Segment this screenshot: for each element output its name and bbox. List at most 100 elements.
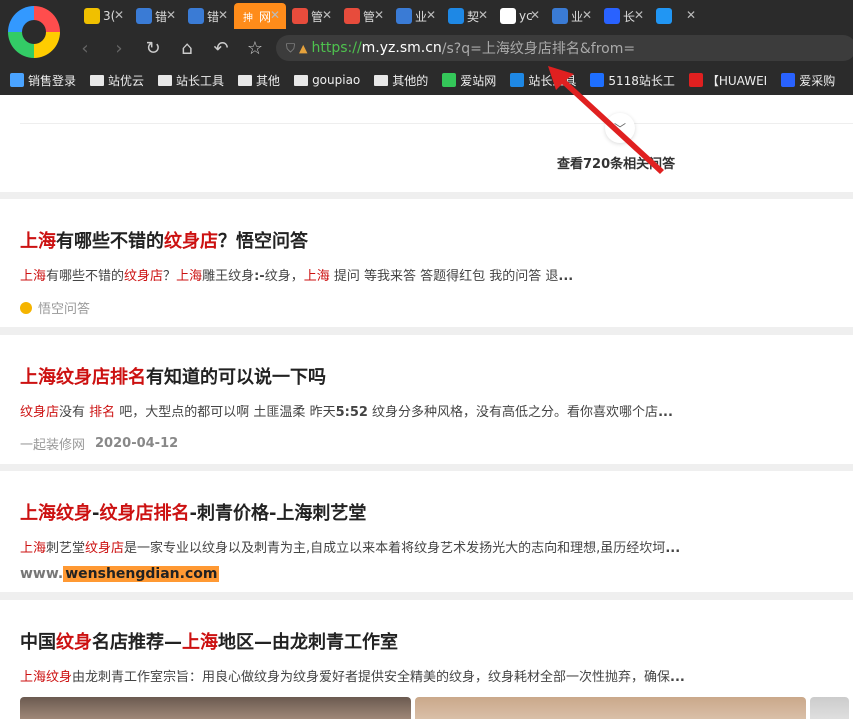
bookmark-item[interactable]: 站长工具 [510,72,576,89]
bookmark-item[interactable]: 销售登录 [10,72,76,89]
bookmark-label: 爱采购 [799,73,836,88]
keyword-highlight: 上海纹身 [20,670,73,685]
bookmark-label: 爱站网 [460,73,497,88]
result-images [20,697,853,719]
result-title[interactable]: 上海有哪些不错的纹身店？悟空问答 [20,227,853,253]
browser-tab[interactable]: 错 ✕ [130,3,182,29]
browser-tab[interactable]: 业 ✕ [546,3,598,29]
close-icon[interactable]: ✕ [374,8,384,22]
close-icon[interactable]: ✕ [686,8,696,22]
result-card: 上海纹身-纹身店排名-刺青价格-上海刺艺堂 上海刺艺堂纹身店是一家专业以纹身以及… [0,471,853,592]
bookmark-label: 5118站长工 [608,73,675,88]
browser-tab[interactable]: yc ✕ [494,3,546,29]
bookmark-item[interactable]: 站优云 [90,72,144,89]
text-run: ... [665,541,681,556]
star-icon[interactable]: ☆ [238,34,272,62]
result-url-prefix: www. [20,566,64,582]
result-snippet: 纹身店没有 排名 吧，大型点的都可以啊 土匪温柔 昨天5:52 纹身分多种风格，… [20,401,853,420]
browser-tab[interactable]: ✕ [650,3,702,29]
close-icon[interactable]: ✕ [114,8,124,22]
more-answers-card: ﹀ 查看720条相关问答 [0,95,853,192]
close-icon[interactable]: ✕ [634,8,644,22]
result-card: 上海有哪些不错的纹身店？悟空问答 上海有哪些不错的纹身店？上海雕王纹身:-纹身，… [0,199,853,327]
browser-tab[interactable]: 管 ✕ [286,3,338,29]
bookmark-item[interactable]: goupiao [294,73,360,87]
browser-logo-icon[interactable] [8,6,60,58]
close-icon[interactable]: ✕ [478,8,488,22]
bookmark-label: 站长工具 [528,73,577,88]
site-favicon-icon [590,73,605,87]
bookmark-item[interactable]: 5118站长工 [590,72,675,89]
browser-tab[interactable]: 业 ✕ [390,3,442,29]
keyword-highlight: 上海 [303,269,330,284]
close-icon[interactable]: ✕ [270,8,280,22]
text-run: 5:52 [335,405,368,420]
close-icon[interactable]: ✕ [582,8,592,22]
bookmark-label: 【HUAWEI [706,73,768,88]
result-snippet: 上海有哪些不错的纹身店？上海雕王纹身:-纹身，上海 提问 等我来答 答题得红包 … [20,265,853,284]
result-thumbnail[interactable] [20,697,411,719]
reload-icon[interactable]: ↻ [136,34,170,62]
tab-favicon-icon [292,8,308,24]
bookmark-item[interactable]: 爱站网 [442,72,496,89]
site-favicon-icon [688,73,703,87]
result-title[interactable]: 上海纹身-纹身店排名-刺青价格-上海刺艺堂 [20,499,853,525]
chevron-down-icon[interactable]: ﹀ [605,113,635,143]
result-title[interactable]: 中国纹身名店推荐—上海地区—由龙刺青工作室 [20,628,853,654]
text-run: 雕王纹身 [202,269,255,284]
tab-strip: 3(✕ 错 ✕ 错 ✕ 抻网 ✕ 管 ✕ 管 ✕ 业 ✕ 契 ✕ yc ✕ 业 ✕ 长 ✕ ✕ [78,3,702,29]
browser-tab[interactable]: 契 ✕ [442,3,494,29]
browser-tab[interactable]: 错 ✕ [182,3,234,29]
undo-icon[interactable]: ↶ [204,34,238,62]
close-icon[interactable]: ✕ [322,8,332,22]
folder-icon [294,74,309,86]
keyword-highlight: 排名 [89,405,116,420]
text-run: 有知道的可以说一下吗 [146,367,326,388]
back-icon[interactable]: ‹ [68,34,102,62]
text-run: 名店推荐— [92,632,182,653]
browser-tab[interactable]: 长 ✕ [598,3,650,29]
result-source: 一起装修网 [20,438,86,453]
keyword-highlight: 上海 [20,231,56,252]
bookmark-item[interactable]: 其他 [238,72,280,89]
more-answers-link[interactable]: 查看720条相关问答 [557,153,675,172]
result-title[interactable]: 上海纹身店排名有知道的可以说一下吗 [20,363,853,389]
result-date: 2020-04-12 [95,436,179,451]
close-icon[interactable]: ✕ [530,8,540,22]
text-run: 吧，大型点的都可以啊 土匪温柔 昨天 [115,405,336,420]
tab-favicon-icon [188,8,204,24]
home-icon[interactable]: ⌂ [170,34,204,62]
tab-favicon-icon [136,8,152,24]
bookmark-item[interactable]: 其他的 [374,72,428,89]
folder-icon [374,74,389,86]
site-favicon-icon [510,73,525,87]
forward-icon[interactable]: › [102,34,136,62]
bookmark-item[interactable]: 站长工具 [158,72,224,89]
text-run: 刺艺堂 [46,541,86,556]
result-thumbnail[interactable] [414,697,806,719]
text-run: 纹身分多种风格，没有高低之分。看你喜欢哪个店 [367,405,659,420]
site-favicon-icon [10,73,24,87]
result-source: 悟空问答 [38,302,91,317]
close-icon[interactable]: ✕ [218,8,228,22]
search-results: ﹀ 查看720条相关问答 上海有哪些不错的纹身店？悟空问答 上海有哪些不错的纹身… [0,95,853,719]
keyword-highlight: 上海 [182,632,218,653]
text-run: ？悟空问答 [218,231,308,252]
result-snippet: 上海刺艺堂纹身店是一家专业以纹身以及刺青为主,自成立以来本着将纹身艺术发扬光大的… [20,537,853,556]
browser-tab[interactable]: 3(✕ [78,3,130,29]
address-bar[interactable]: ⛉ ▲ https:// m.yz.sm.cn /s?q=上海纹身店排名&fro… [276,35,853,61]
shield-icon: ⛉ [286,40,296,55]
bookmark-item[interactable]: 【HUAWEI [688,72,768,89]
bookmark-label: 站优云 [108,73,145,88]
tab-favicon-icon [500,8,516,24]
result-thumbnail[interactable] [809,697,849,719]
keyword-highlight: 纹身店 [20,405,60,420]
browser-tab[interactable]: 管 ✕ [338,3,390,29]
keyword-highlight: 纹身店 [164,231,218,252]
close-icon[interactable]: ✕ [426,8,436,22]
close-icon[interactable]: ✕ [166,8,176,22]
result-card: 中国纹身名店推荐—上海地区—由龙刺青工作室 上海纹身由龙刺青工作室宗旨：用良心做… [0,600,853,719]
bookmark-item[interactable]: 爱采购 [781,72,835,89]
result-url[interactable]: www. wenshengdian.com [20,566,853,582]
browser-tab[interactable]: 抻网 ✕ [234,3,286,29]
